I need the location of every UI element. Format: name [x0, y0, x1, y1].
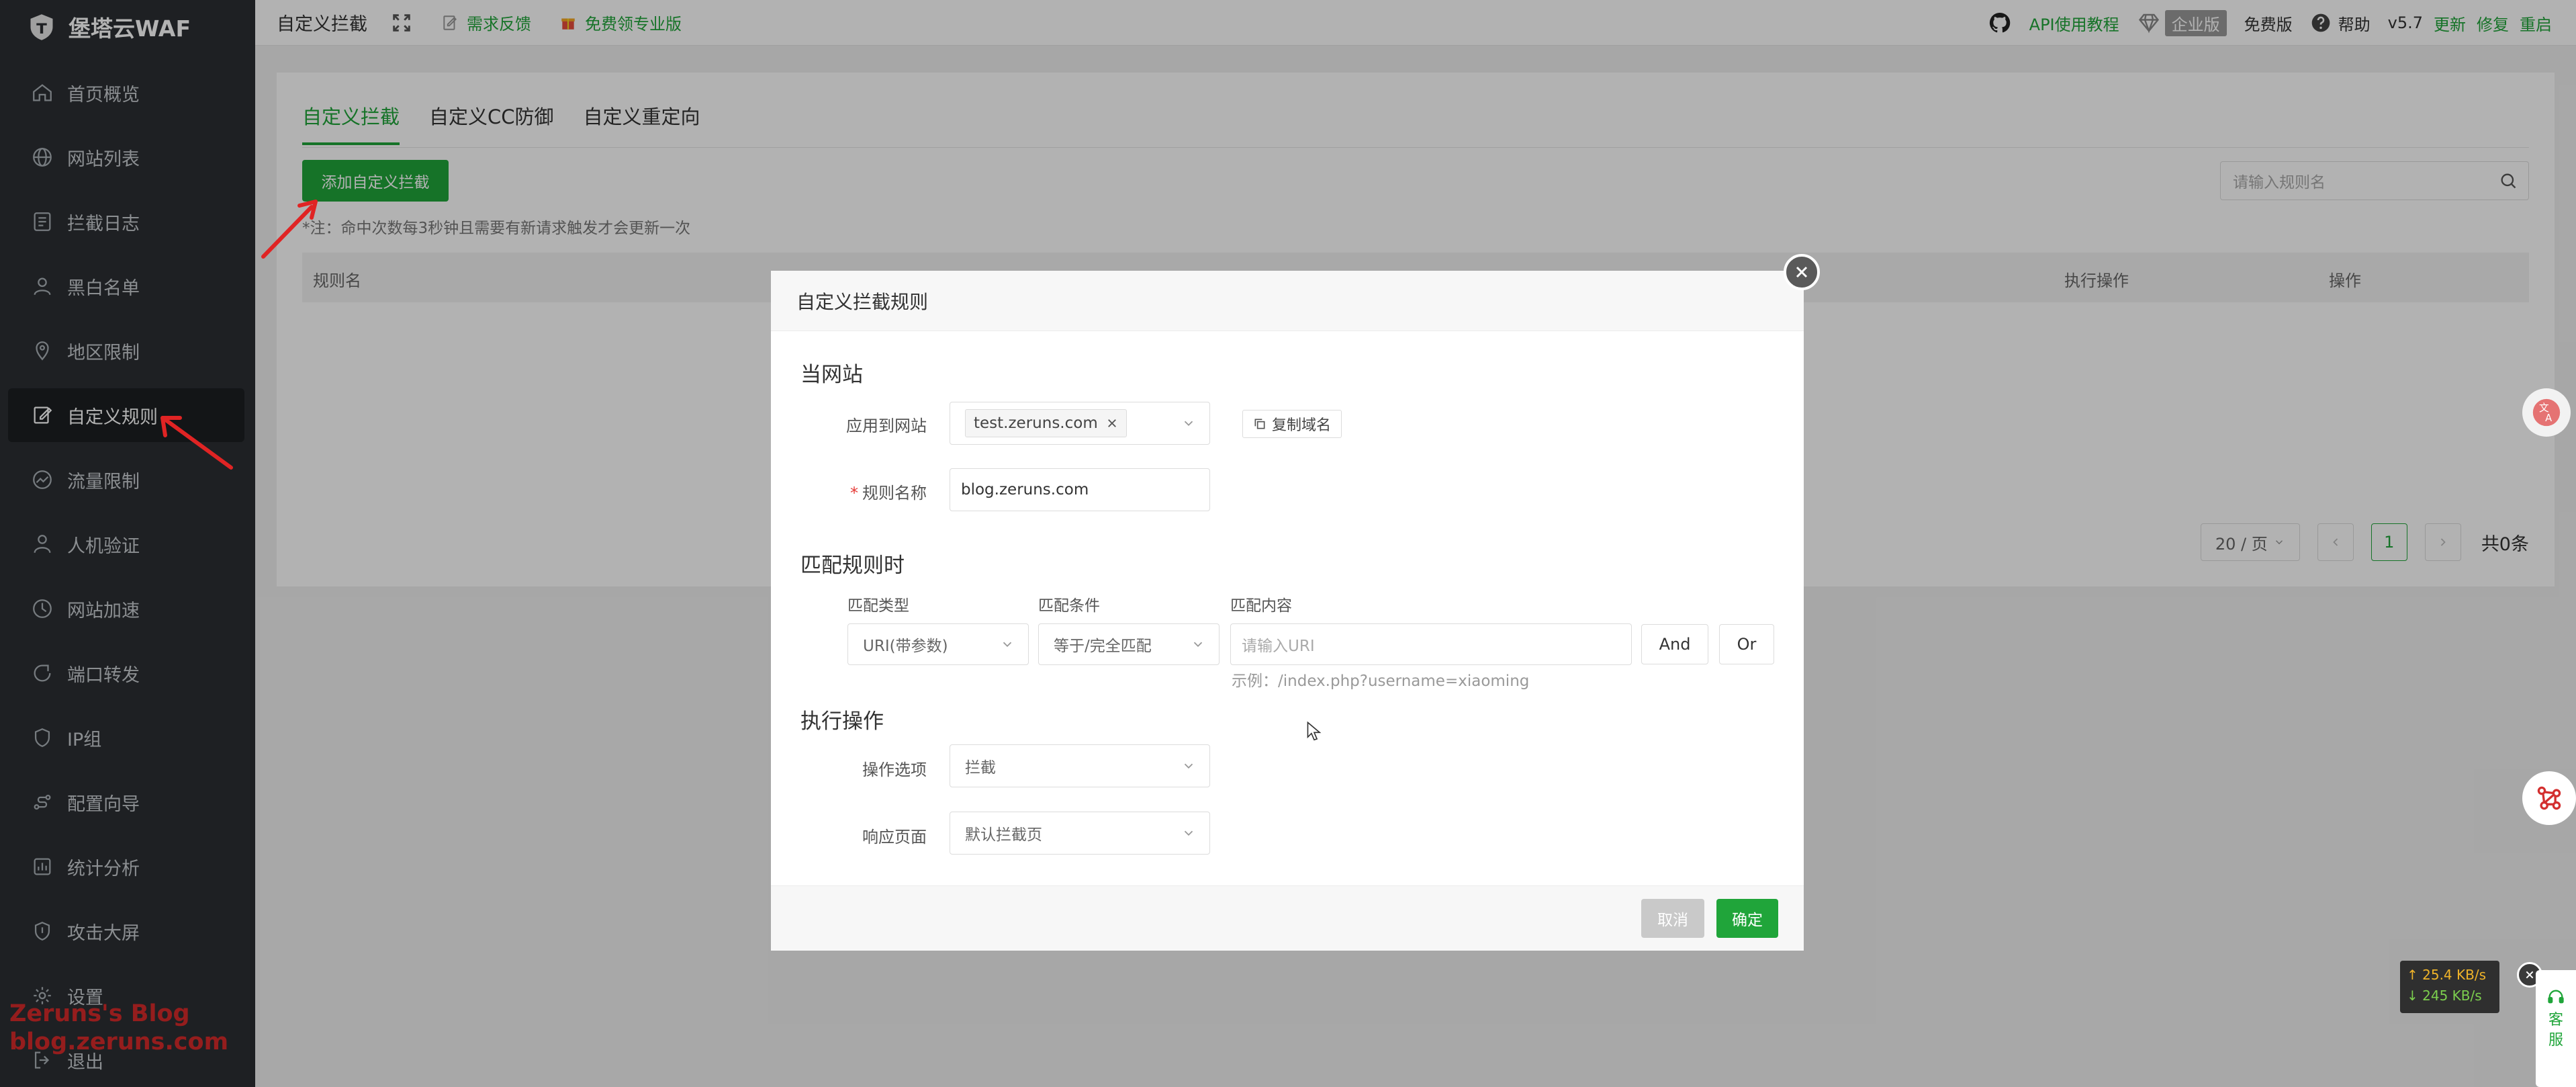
download-speed: ↓ 245 KB/s: [2407, 988, 2482, 1004]
dialog-close-button[interactable]: [1784, 254, 1820, 290]
upload-speed: ↑ 25.4 KB/s: [2407, 967, 2486, 983]
action-option-label: 操作选项: [862, 760, 927, 779]
match-type-select[interactable]: URI(带参数): [847, 623, 1029, 665]
rule-name-label: * 规则名称: [792, 480, 927, 503]
match-condition-value: 等于/完全匹配: [1054, 638, 1152, 655]
response-page-select[interactable]: 默认拦截页: [950, 812, 1210, 855]
example-hint: 示例：/index.php?username=xiaoming: [1232, 672, 1530, 690]
translate-icon: 文A: [2532, 398, 2561, 427]
match-type-value: URI(带参数): [863, 638, 948, 655]
svg-text:A: A: [2545, 412, 2552, 424]
close-icon: [2526, 971, 2534, 979]
network-icon: [2537, 786, 2561, 810]
and-button[interactable]: And: [1641, 624, 1708, 664]
match-type-label: 匹配类型: [847, 597, 909, 615]
rule-name-input[interactable]: blog.zeruns.com: [950, 468, 1210, 511]
mouse-cursor-icon: [1307, 722, 1322, 741]
translate-button[interactable]: 文A: [2522, 388, 2571, 437]
section-site-title: 当网站: [800, 363, 863, 387]
site-tag-label: test.zeruns.com: [974, 415, 1098, 432]
headset-icon: [2548, 990, 2564, 1004]
match-content-input[interactable]: 请输入URI: [1230, 623, 1632, 665]
dialog-title: 自定义拦截规则: [796, 290, 929, 313]
confirm-button[interactable]: 确定: [1716, 899, 1778, 938]
rule-name-label-text: 规则名称: [862, 484, 927, 503]
annotation-arrow-icon: [261, 200, 318, 259]
apply-site-select[interactable]: test.zeruns.com: [950, 402, 1210, 445]
response-page-label: 响应页面: [862, 828, 927, 846]
chevron-down-icon: [1184, 763, 1193, 769]
section-action-title: 执行操作: [800, 709, 884, 734]
network-speed-widget: ↑ 25.4 KB/s ↓ 245 KB/s: [2400, 961, 2499, 1013]
service-label: 客: [2548, 1012, 2563, 1029]
copy-domain-label: 复制域名: [1271, 417, 1331, 434]
required-mark: *: [850, 484, 858, 503]
match-condition-select[interactable]: 等于/完全匹配: [1038, 623, 1220, 665]
service-label: 服: [2548, 1032, 2563, 1049]
response-page-value: 默认拦截页: [965, 826, 1042, 844]
apply-site-label: 应用到网站: [846, 417, 927, 435]
rule-name-value: blog.zeruns.com: [961, 481, 1089, 498]
chevron-down-icon: [1184, 830, 1193, 836]
close-icon: [1796, 266, 1808, 278]
chevron-down-icon: [1193, 642, 1203, 648]
section-match-title: 匹配规则时: [800, 554, 905, 578]
annotation-arrow-icon: [160, 416, 233, 470]
match-content-placeholder: 请输入URI: [1242, 638, 1315, 655]
network-widget-button[interactable]: [2522, 771, 2576, 825]
cancel-button[interactable]: 取消: [1641, 899, 1704, 938]
chevron-down-icon: [1184, 421, 1193, 427]
match-condition-label: 匹配条件: [1038, 597, 1100, 615]
tag-close-icon[interactable]: [1106, 417, 1118, 429]
customer-service-button[interactable]: 客 服: [2536, 970, 2576, 1087]
copy-domain-button[interactable]: 复制域名: [1242, 410, 1342, 438]
dialog-header: 自定义拦截规则: [771, 271, 1804, 331]
action-option-select[interactable]: 拦截: [950, 744, 1210, 787]
site-tag: test.zeruns.com: [965, 409, 1127, 437]
chevron-down-icon: [1003, 642, 1012, 648]
match-content-label: 匹配内容: [1230, 597, 1292, 615]
or-button[interactable]: Or: [1719, 624, 1774, 664]
action-option-value: 拦截: [965, 759, 996, 777]
copy-icon: [1254, 419, 1265, 429]
